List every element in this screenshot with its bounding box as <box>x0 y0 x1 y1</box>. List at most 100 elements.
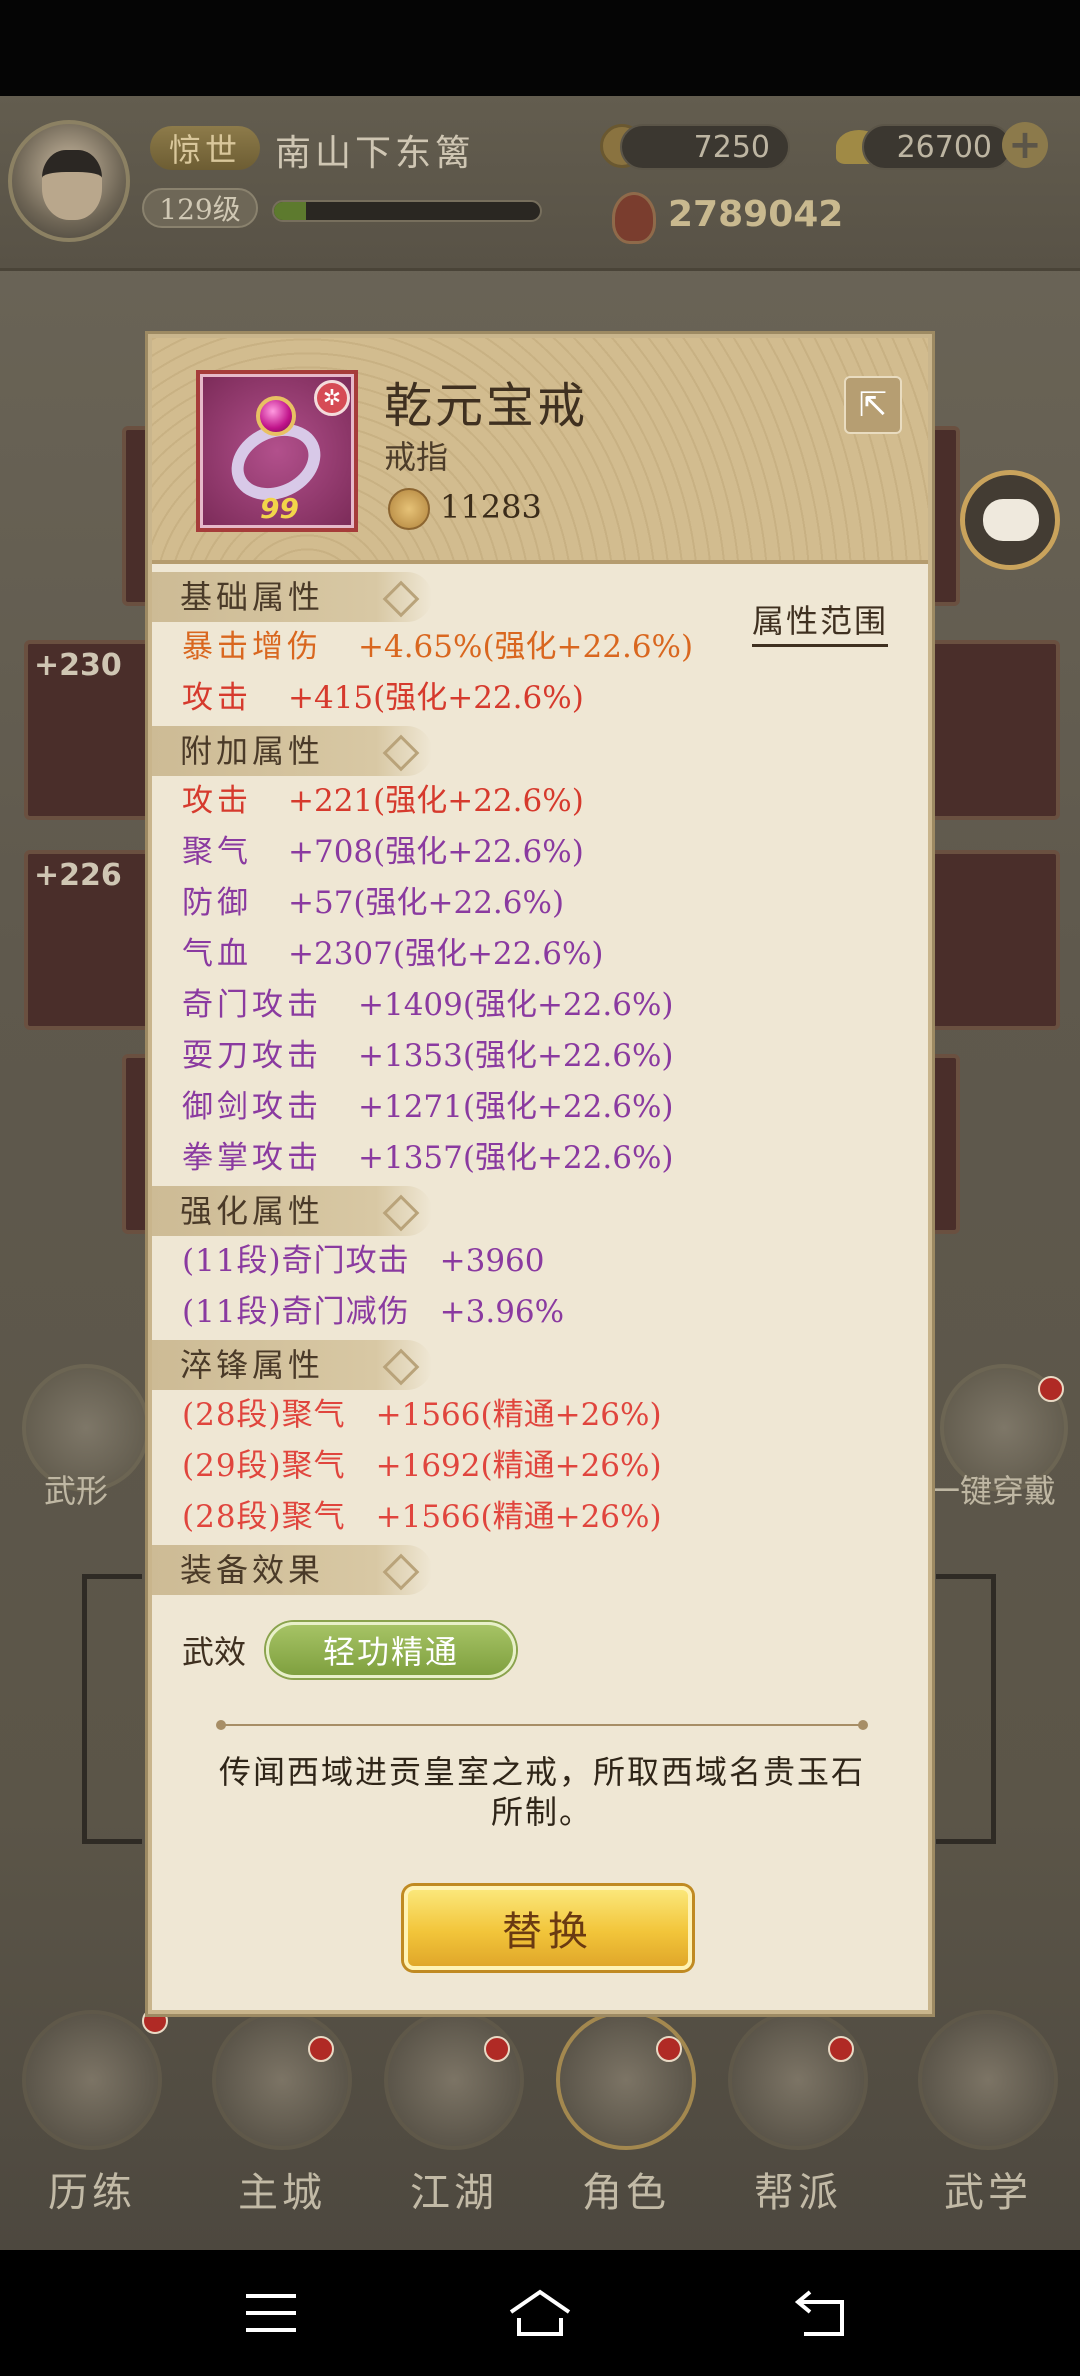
attr-key: 聚气 <box>182 834 252 870</box>
nav-label: 帮派 <box>754 2170 842 2216</box>
effect-label: 武效 <box>182 1633 247 1671</box>
attr-key: (11段)奇门减伤 <box>182 1294 410 1330</box>
player-name: 南山下东篱 <box>275 133 476 174</box>
slot-level: +230 <box>34 648 122 683</box>
attr-row: 气血 +2307(强化+22.6%) <box>152 929 928 980</box>
attr-row: (29段)聚气 +1692(精通+26%) <box>152 1441 928 1492</box>
nav-label: 主城 <box>238 2170 326 2216</box>
attr-key: 御剑攻击 <box>182 1089 322 1125</box>
section-title-effect: 装备效果 <box>152 1545 432 1595</box>
nav-label: 角色 <box>582 2170 670 2216</box>
attr-row: 御剑攻击 +1271(强化+22.6%) <box>152 1082 928 1133</box>
attr-key: (29段)聚气 <box>182 1448 346 1484</box>
attr-key: 气血 <box>182 936 252 972</box>
item-name: 乾元宝戒 <box>384 378 589 434</box>
attr-row: 耍刀攻击 +1353(强化+22.6%) <box>152 1031 928 1082</box>
attr-value: +708(强化+22.6%) <box>288 834 584 870</box>
attr-value: +3960 <box>439 1243 545 1279</box>
equip-all-label: 一键穿戴 <box>928 1472 1057 1510</box>
attr-value: +1409(强化+22.6%) <box>358 987 674 1023</box>
notification-dot <box>484 2036 510 2062</box>
attr-value: +1357(强化+22.6%) <box>358 1140 674 1176</box>
attr-value: +415(强化+22.6%) <box>288 680 584 716</box>
item-description: 传闻西域进贡皇室之戒，所取西域名贵玉石所制。 <box>218 1753 865 1831</box>
equip-score: 11283 <box>440 488 542 526</box>
share-icon: ⇱ <box>858 385 888 425</box>
nav-label: 江湖 <box>410 2170 498 2216</box>
add-currency-icon[interactable]: + <box>1002 122 1048 168</box>
attr-key: 奇门攻击 <box>182 987 322 1023</box>
nav-item-martial[interactable]: 武学 <box>908 2010 1068 2216</box>
section-title-enhance: 强化属性 <box>152 1186 432 1236</box>
attr-value: +2307(强化+22.6%) <box>288 936 604 972</box>
attr-row: 拳掌攻击 +1357(强化+22.6%) <box>152 1133 928 1184</box>
item-detail-dialog: ✲ 99 乾元宝戒 戒指 11283 ⇱ 属性范围 基础属性 暴击增伤 +4.65… <box>148 334 932 2014</box>
attr-row: 聚气 +708(强化+22.6%) <box>152 827 928 878</box>
attr-value: +221(强化+22.6%) <box>288 783 584 819</box>
panel-frame-right <box>936 1574 996 1844</box>
attr-key: (11段)奇门攻击 <box>182 1243 410 1279</box>
item-grade: 99 <box>260 492 299 525</box>
notification-dot <box>1038 1376 1064 1402</box>
attr-value: +57(强化+22.6%) <box>288 885 565 921</box>
attr-row: (11段)奇门攻击 +3960 <box>152 1236 928 1287</box>
section-title-temper: 淬锋属性 <box>152 1340 432 1390</box>
divider <box>216 1720 868 1730</box>
city-gate-icon <box>212 2010 352 2150</box>
nav-item-lilian[interactable]: 历练 <box>12 2008 172 2216</box>
nav-label: 历练 <box>48 2170 136 2216</box>
attr-value: +4.65%(强化+22.6%) <box>358 629 694 665</box>
attr-key: (28段)聚气 <box>182 1397 346 1433</box>
nav-item-guild[interactable]: 帮派 <box>718 2010 878 2216</box>
attr-key: 防御 <box>182 885 252 921</box>
attr-row: (28段)聚气 +1566(精通+26%) <box>152 1492 928 1543</box>
menu-icon[interactable] <box>236 2278 306 2348</box>
nav-item-city[interactable]: 主城 <box>202 2010 362 2216</box>
item-icon-frame[interactable]: ✲ 99 <box>196 370 358 532</box>
attr-value: +1271(强化+22.6%) <box>358 1089 674 1125</box>
attr-key: 攻击 <box>182 783 252 819</box>
notification-dot <box>828 2036 854 2062</box>
wuxing-label: 武形 <box>44 1472 109 1510</box>
attr-value: +3.96% <box>439 1294 565 1330</box>
chat-button[interactable] <box>960 470 1060 570</box>
equip-score-icon <box>388 488 430 530</box>
lock-icon: ✲ <box>314 380 350 416</box>
attr-key: 攻击 <box>182 680 252 716</box>
attr-row: (28段)聚气 +1566(精通+26%) <box>152 1390 928 1441</box>
attr-key: 暴击增伤 <box>182 629 322 665</box>
player-level: 129级 <box>142 188 258 228</box>
back-icon[interactable] <box>786 2278 856 2348</box>
share-button[interactable]: ⇱ <box>844 376 902 434</box>
nav-item-character[interactable]: 角色 <box>546 2010 706 2216</box>
attr-key: 拳掌攻击 <box>182 1140 322 1176</box>
character-icon <box>556 2010 696 2150</box>
attr-row: 攻击 +221(强化+22.6%) <box>152 776 928 827</box>
attr-value: +1692(精通+26%) <box>375 1448 662 1484</box>
slot-level: +226 <box>34 858 122 893</box>
player-avatar[interactable] <box>8 120 130 242</box>
attr-key: 耍刀攻击 <box>182 1038 322 1074</box>
notification-dot <box>656 2036 682 2062</box>
nav-label: 武学 <box>944 2170 1032 2216</box>
item-type: 戒指 <box>384 438 449 476</box>
combat-power: 2789042 <box>668 194 844 235</box>
nav-item-jianghu[interactable]: 江湖 <box>374 2010 534 2216</box>
attribute-list: 基础属性 暴击增伤 +4.65%(强化+22.6%) 攻击 +415(强化+22.6… <box>152 570 928 1595</box>
system-nav-bar <box>0 2250 1080 2376</box>
player-title-badge: 惊世 <box>150 126 260 170</box>
replace-button[interactable]: 替换 <box>404 1886 692 1970</box>
effect-pill[interactable]: 轻功精通 <box>266 1622 517 1678</box>
combat-power-icon <box>612 192 656 244</box>
attr-value: +1566(精通+26%) <box>375 1397 662 1433</box>
home-icon[interactable] <box>505 2278 575 2348</box>
player-header: 惊世 南山下东篱 129级 7250 26700 + 2789042 <box>0 96 1080 271</box>
sword-icon <box>384 2010 524 2150</box>
exp-fill <box>274 202 306 220</box>
attr-key: (28段)聚气 <box>182 1499 346 1535</box>
section-title-extra: 附加属性 <box>152 726 432 776</box>
item-header: ✲ 99 乾元宝戒 戒指 11283 ⇱ <box>152 338 928 564</box>
chat-bubble-icon <box>983 499 1039 541</box>
attr-row: (11段)奇门减伤 +3.96% <box>152 1287 928 1338</box>
attr-row: 防御 +57(强化+22.6%) <box>152 878 928 929</box>
